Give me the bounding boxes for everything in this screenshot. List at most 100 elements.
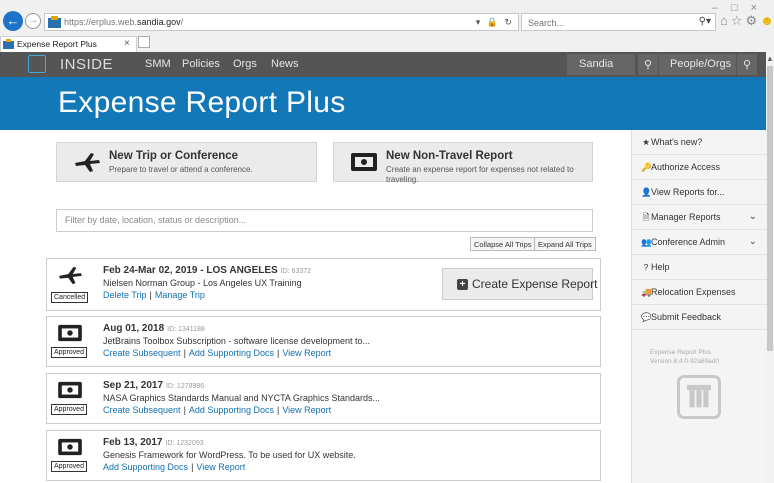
trip-card: Approved Feb 13, 2017 ID: 1232093 Genesis… xyxy=(46,430,601,481)
settings-gear-icon[interactable]: ⚙ xyxy=(746,13,761,28)
scroll-thumb[interactable] xyxy=(767,66,773,351)
create-expense-report-label: Create Expense Report xyxy=(472,277,598,291)
feedback-smiley-icon[interactable]: ☻ xyxy=(760,13,774,28)
sandia-search-scope[interactable]: Sandia xyxy=(567,54,635,75)
tile-title: New Trip or Conference xyxy=(109,150,239,162)
main-content: New Trip or Conference Prepare to travel… xyxy=(0,130,631,483)
trip-card: Approved Aug 01, 2018 ID: 1341188 JetBrai… xyxy=(46,316,601,367)
trip-header: Feb 13, 2017 ID: 1232093 xyxy=(103,437,204,448)
trip-filter[interactable] xyxy=(56,209,593,232)
sidebar-item-feedback[interactable]: 💬 Submit Feedback xyxy=(632,305,767,330)
group-icon: 👥 xyxy=(641,237,652,247)
address-bar[interactable]: https://erplus.web.sandia.gov/ ▾ 🔒 ↻ xyxy=(44,13,519,31)
tile-title: New Non-Travel Report xyxy=(386,150,513,162)
status-badge: Approved xyxy=(51,461,87,472)
sidebar-item-label: Help xyxy=(651,262,670,272)
version-number: Version 8.4.0-92a69ad0 xyxy=(650,358,720,365)
sidebar-item-whats-new[interactable]: ★ What's new? xyxy=(632,130,767,155)
manage-trip-link[interactable]: Manage Trip xyxy=(155,290,205,300)
trip-date: Feb 24-Mar 02, 2019 - LOS ANGELES xyxy=(103,265,278,276)
inside-logo-icon[interactable] xyxy=(28,55,46,73)
sidebar-item-label: View Reports for... xyxy=(651,187,725,197)
create-expense-report-button[interactable]: + Create Expense Report xyxy=(442,268,597,300)
page-scrollbar[interactable]: ▲ xyxy=(766,52,774,483)
trip-actions: Delete Trip | Manage Trip xyxy=(103,290,205,300)
search-icon[interactable]: ⚲ xyxy=(638,54,658,75)
trip-card: Approved Sep 21, 2017 ID: 1278986 NASA Gr… xyxy=(46,373,601,424)
back-arrow-icon[interactable]: ← xyxy=(3,11,23,31)
nav-link-orgs[interactable]: Orgs xyxy=(233,58,257,70)
people-orgs-search[interactable]: People/Orgs xyxy=(659,54,736,75)
toolbar-icons: ⌂☆⚙☻ xyxy=(720,13,774,29)
new-trip-tile[interactable]: New Trip or Conference Prepare to travel… xyxy=(56,142,317,182)
collapse-all-button[interactable]: Collapse All Trips xyxy=(470,237,536,251)
sidebar-item-help[interactable]: ? Help xyxy=(632,255,767,280)
create-subsequent-link[interactable]: Create Subsequent xyxy=(103,348,181,358)
plus-icon: + xyxy=(457,279,468,290)
add-supporting-docs-link[interactable]: Add Supporting Docs xyxy=(189,348,274,358)
lock-refresh-icon[interactable]: ▾ 🔒 ↻ xyxy=(476,17,514,28)
expand-all-button[interactable]: Expand All Trips xyxy=(534,237,596,251)
create-subsequent-link[interactable]: Create Subsequent xyxy=(103,405,181,415)
site-favicon-icon xyxy=(48,16,61,28)
trip-id: ID: 1232093 xyxy=(165,440,204,447)
sidebar-item-conference-admin[interactable]: 👥 Conference Admin ⌄ xyxy=(632,230,767,255)
trip-description: JetBrains Toolbox Subscription - softwar… xyxy=(103,336,370,346)
status-badge: Approved xyxy=(51,404,87,415)
sidebar-item-label: Manager Reports xyxy=(651,212,721,222)
help-icon: ? xyxy=(643,262,649,272)
nav-link-policies[interactable]: Policies xyxy=(182,58,220,70)
view-report-link[interactable]: View Report xyxy=(196,462,245,472)
browser-search-input[interactable] xyxy=(528,16,678,29)
trip-filter-input[interactable] xyxy=(65,215,585,225)
forward-arrow-icon[interactable]: → xyxy=(25,13,41,29)
tab-favicon-icon xyxy=(3,39,14,49)
delete-trip-link[interactable]: Delete Trip xyxy=(103,290,147,300)
trip-date: Sep 21, 2017 xyxy=(103,380,164,391)
key-icon: 🔑 xyxy=(641,162,652,172)
sidebar-item-relocation[interactable]: 🚚 Relocation Expenses xyxy=(632,280,767,305)
sidebar-item-label: Conference Admin xyxy=(651,237,726,247)
star-icon: ★ xyxy=(642,137,650,147)
favorites-star-icon[interactable]: ☆ xyxy=(731,13,746,28)
window-controls: –□× xyxy=(712,2,770,14)
page-header: Expense Report Plus xyxy=(0,77,766,130)
view-report-link[interactable]: View Report xyxy=(282,348,331,358)
sidebar-item-authorize-access[interactable]: 🔑 Authorize Access xyxy=(632,155,767,180)
new-non-travel-tile[interactable]: New Non-Travel Report Create an expense … xyxy=(333,142,593,184)
nav-link-smm[interactable]: SMM xyxy=(145,58,171,70)
money-icon xyxy=(58,324,82,342)
chevron-down-icon[interactable]: ⌄ xyxy=(749,211,757,222)
tab-title: Expense Report Plus xyxy=(17,39,97,49)
url-text: https://erplus.web.sandia.gov/ xyxy=(64,17,184,27)
close-icon[interactable]: × xyxy=(751,2,770,14)
nav-link-news[interactable]: News xyxy=(271,58,299,70)
view-report-link[interactable]: View Report xyxy=(282,405,331,415)
maximize-icon[interactable]: □ xyxy=(731,2,751,14)
search-icon[interactable]: ⚲▾ xyxy=(699,16,711,27)
search-icon[interactable]: ⚲ xyxy=(737,54,757,75)
airplane-icon xyxy=(75,153,100,172)
scroll-up-icon[interactable]: ▲ xyxy=(766,54,774,63)
minimize-icon[interactable]: – xyxy=(712,2,731,14)
trip-date: Aug 01, 2018 xyxy=(103,323,165,334)
sidebar-item-manager-reports[interactable]: 🗎 Manager Reports ⌄ xyxy=(632,205,767,230)
sidebar-item-view-reports[interactable]: 👤 View Reports for... xyxy=(632,180,767,205)
money-icon xyxy=(58,438,82,456)
browser-search-box[interactable]: ⚲▾ xyxy=(521,13,716,31)
home-icon[interactable]: ⌂ xyxy=(720,13,731,28)
add-supporting-docs-link[interactable]: Add Supporting Docs xyxy=(189,405,274,415)
page-title: Expense Report Plus xyxy=(58,86,346,119)
add-supporting-docs-link[interactable]: Add Supporting Docs xyxy=(103,462,188,472)
money-icon xyxy=(351,153,377,171)
brand-title[interactable]: INSIDE xyxy=(60,56,113,73)
tile-subtitle: Create an expense report for expenses no… xyxy=(386,165,574,184)
chevron-down-icon[interactable]: ⌄ xyxy=(749,236,757,247)
browser-tab[interactable]: Expense Report Plus × xyxy=(0,36,137,52)
trip-header: Feb 24-Mar 02, 2019 - LOS ANGELES ID: 633… xyxy=(103,265,311,276)
trip-header: Aug 01, 2018 ID: 1341188 xyxy=(103,323,205,334)
comment-icon: 💬 xyxy=(641,312,652,322)
new-tab-icon[interactable] xyxy=(138,36,150,48)
tab-close-icon[interactable]: × xyxy=(124,38,130,49)
money-icon xyxy=(58,381,82,399)
